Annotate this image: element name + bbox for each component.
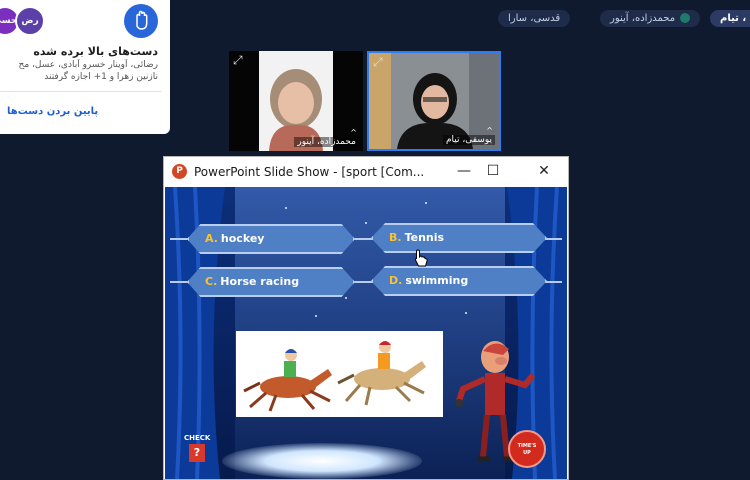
participant-chip[interactable]: قدسی، سارا xyxy=(498,10,571,27)
answer-letter: A. xyxy=(205,232,218,245)
video-tile[interactable]: ⤢ ^ یوسفی، تیام xyxy=(367,51,501,151)
window-title: PowerPoint Slide Show - [sport [Com... xyxy=(194,165,425,179)
answer-letter: D. xyxy=(389,274,403,287)
minimize-button[interactable]: — xyxy=(452,161,476,181)
answer-text: swimming xyxy=(405,274,469,287)
spotlight-stage xyxy=(222,443,422,479)
names-line: رضائی، آوینار خسرو آبادی، عسل، مح xyxy=(18,60,158,70)
answer-text: Tennis xyxy=(404,231,445,244)
question-image xyxy=(236,331,443,417)
participant-chip[interactable]: محمدزاده، آینور xyxy=(600,10,701,27)
times-up-label: TIME'S xyxy=(517,443,537,449)
check-button[interactable]: ? xyxy=(189,444,205,462)
times-up-label: UP xyxy=(523,450,531,456)
expand-icon[interactable]: ⤢ xyxy=(373,55,383,70)
times-up-button[interactable]: TIME'S UP xyxy=(508,430,546,468)
close-button[interactable]: ✕ xyxy=(532,161,556,181)
powerpoint-window: P PowerPoint Slide Show - [sport [Com...… xyxy=(163,156,569,480)
video-tile[interactable]: ⤢ ^ محمدزاده، آینور xyxy=(229,51,363,151)
participant-chip[interactable]: ، تیام xyxy=(710,10,750,27)
sparkle xyxy=(465,312,467,314)
sparkle xyxy=(315,315,317,317)
sparkle xyxy=(425,202,427,204)
expand-icon[interactable]: ⤢ xyxy=(233,53,243,68)
sparkle xyxy=(345,297,347,299)
chip-label: محمدزاده، آینور xyxy=(610,13,676,24)
answer-b-button[interactable]: B. Tennis xyxy=(371,223,547,253)
sparkle xyxy=(285,207,287,209)
participant-name: یوسفی، تیام xyxy=(442,135,495,145)
names-line: نازنین زهرا و 1+ اجازه گرفتند xyxy=(44,72,158,82)
lower-all-hands-button[interactable]: پایین بردن دست‌ها xyxy=(7,106,98,117)
answer-text: Horse racing xyxy=(220,275,300,288)
horse-racing-illustration xyxy=(243,341,426,412)
status-dot-icon xyxy=(680,13,691,23)
avatar: رض xyxy=(15,6,45,36)
participant-name: محمدزاده، آینور xyxy=(294,137,359,147)
maximize-button[interactable]: ☐ xyxy=(481,161,505,181)
answer-letter: B. xyxy=(389,231,402,244)
raised-hands-title: دست‌های بالا برده شده xyxy=(33,45,158,58)
participant-video xyxy=(229,51,363,151)
answer-text: hockey xyxy=(220,232,265,245)
answer-letter: C. xyxy=(205,275,218,288)
raised-hand-button[interactable] xyxy=(124,4,158,38)
raised-hands-names: رضائی، آوینار خسرو آبادی، عسل، مح نازنین… xyxy=(0,59,158,83)
chip-label: قدسی، سارا xyxy=(508,13,561,24)
sparkle xyxy=(365,222,367,224)
chip-label: ، تیام xyxy=(720,13,747,24)
divider xyxy=(0,91,162,92)
answer-d-button[interactable]: D. swimming xyxy=(371,266,547,296)
chevron-up-icon[interactable]: ^ xyxy=(486,126,493,135)
check-label: CHECK xyxy=(184,434,211,442)
hand-cursor-icon xyxy=(414,249,428,267)
window-titlebar[interactable]: P PowerPoint Slide Show - [sport [Com...… xyxy=(164,157,568,187)
raised-hands-panel: حسی رض دست‌های بالا برده شده رضائی، آوین… xyxy=(0,0,170,134)
slide-canvas[interactable]: A. hockey B. Tennis C. Horse racing D. swimm… xyxy=(165,187,567,479)
powerpoint-icon: P xyxy=(172,164,187,179)
chevron-up-icon[interactable]: ^ xyxy=(350,128,357,137)
answer-c-button[interactable]: C. Horse racing xyxy=(187,267,355,297)
answer-a-button[interactable]: A. hockey xyxy=(187,224,355,254)
raised-hand-icon xyxy=(136,10,148,30)
